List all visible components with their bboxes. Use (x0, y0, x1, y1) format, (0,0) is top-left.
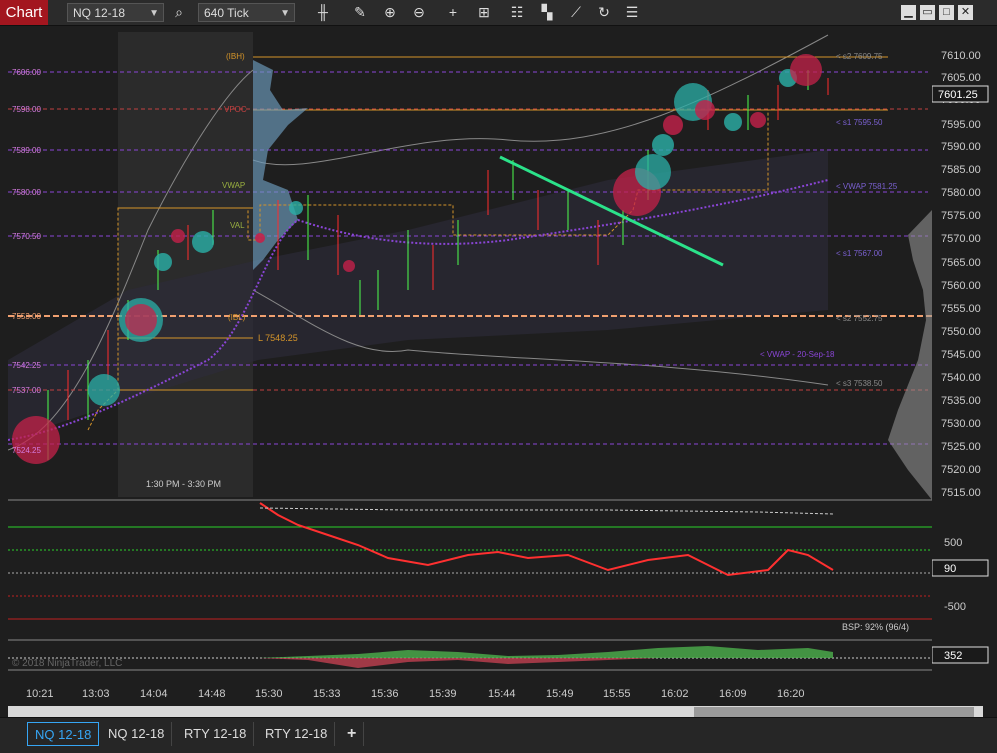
close-icon[interactable]: ✕ (958, 5, 973, 20)
instrument-value: NQ 12-18 (73, 6, 126, 20)
vwap-left-label: VWAP (222, 181, 245, 190)
price-tick: 7590.00 (941, 141, 981, 153)
left-price-label: 7570.50 (12, 232, 41, 241)
price-tick: 7610.00 (941, 50, 981, 62)
scroll-thumb[interactable] (694, 707, 974, 717)
s1-top-label: < s1 7595.50 (836, 118, 883, 127)
val-label: VAL (230, 221, 245, 230)
left-price-label: 7553.00 (12, 312, 41, 321)
price-tick: 7550.00 (941, 326, 981, 338)
crosshair-icon[interactable]: + (443, 3, 463, 22)
time-label: 10:21 (26, 688, 54, 700)
time-label: 15:36 (371, 688, 399, 700)
drawing-tools-icon[interactable]: ⟋ (566, 3, 586, 22)
reload-icon[interactable]: ↻ (594, 3, 614, 22)
copyright-text: © 2018 NinjaTrader, LLC (12, 658, 122, 669)
price-tick: 7540.00 (941, 372, 981, 384)
s1-bottom-label: < s1 7567.00 (836, 249, 883, 258)
price-tick: 7520.00 (941, 464, 981, 476)
bsp-text: BSP: 92% (96/4) (842, 622, 909, 632)
strategy-icon[interactable]: ☷ (507, 3, 527, 22)
time-label: 15:30 (255, 688, 283, 700)
chevron-down-icon: ▼ (280, 8, 290, 19)
indicator-value: 90 (944, 563, 956, 575)
time-label: 16:20 (777, 688, 805, 700)
price-tick: 7570.00 (941, 233, 981, 245)
ibl-label: (IBL) (228, 313, 246, 322)
time-label: 15:44 (488, 688, 516, 700)
time-label: 16:09 (719, 688, 747, 700)
vwap-date-label: < VWAP - 20-Sep-18 (760, 350, 835, 359)
time-label: 15:55 (603, 688, 631, 700)
vpoc-label: VPOC (224, 105, 247, 114)
price-ticks: 7610.00 7605.00 7600.00 7595.00 7590.00 … (941, 50, 981, 499)
price-tick: 7575.00 (941, 210, 981, 222)
bar-type-icon[interactable]: ╫ (313, 3, 333, 22)
indicator-icon[interactable]: ▚ (537, 3, 557, 22)
price-tick: 7605.00 (941, 72, 981, 84)
left-price-label: 7542.25 (12, 361, 41, 370)
add-tab-button[interactable]: + (340, 722, 365, 746)
price-tick: 7560.00 (941, 280, 981, 292)
zoom-in-icon[interactable]: ⊕ (380, 3, 400, 22)
minimize-icon[interactable]: ▁ (901, 5, 916, 20)
time-label: 14:04 (140, 688, 168, 700)
chart-tab[interactable]: Chart (0, 0, 48, 25)
time-label: 15:49 (546, 688, 574, 700)
left-price-label: 7537.00 (12, 386, 41, 395)
tab-nq-12-18[interactable]: NQ 12-18 (101, 722, 173, 746)
chevron-down-icon: ▼ (149, 8, 159, 19)
search-icon[interactable]: ⌕ (169, 3, 189, 22)
time-label: 16:02 (661, 688, 689, 700)
time-label: 14:48 (198, 688, 226, 700)
s2-bottom-label: < s2 7552.75 (836, 314, 883, 323)
indicator-value-box (932, 559, 989, 577)
chart-toolbar: Chart NQ 12-18 ▼ ⌕ 640 Tick ▼ ╫ ✎ ⊕ ⊖ + … (0, 0, 997, 26)
price-tick: 7525.00 (941, 441, 981, 453)
instrument-selector[interactable]: NQ 12-18 ▼ (67, 3, 164, 22)
tab-rty-12-18[interactable]: RTY 12-18 (177, 722, 255, 746)
price-tick: 7585.00 (941, 164, 981, 176)
indicator-tick: -500 (944, 601, 966, 613)
s3-bottom-label: < s3 7538.50 (836, 379, 883, 388)
session-highlight (118, 32, 253, 497)
session-label: 1:30 PM - 3:30 PM (146, 479, 221, 489)
time-label: 15:33 (313, 688, 341, 700)
left-price-label: 7589.00 (12, 146, 41, 155)
price-tick: 7535.00 (941, 395, 981, 407)
price-axis[interactable]: 7610.00 7605.00 7600.00 7595.00 7590.00 … (932, 30, 997, 680)
left-price-label: 7606.00 (12, 68, 41, 77)
data-box-icon[interactable]: ⊞ (474, 3, 494, 22)
time-label: 13:03 (82, 688, 110, 700)
price-chart[interactable]: 7606.00 7598.00 7589.00 7580.00 7570.50 … (8, 30, 932, 680)
price-tick: 7515.00 (941, 487, 981, 499)
price-tick: 7545.00 (941, 349, 981, 361)
interval-selector[interactable]: 640 Tick ▼ (198, 3, 295, 22)
left-price-label: 7598.00 (12, 105, 41, 114)
price-tick: 7555.00 (941, 303, 981, 315)
bottom-tab-bar: NQ 12-18 NQ 12-18 RTY 12-18 RTY 12-18 + (0, 717, 997, 753)
ibh-label: (IBH) (226, 52, 245, 61)
price-tick: 7580.00 (941, 187, 981, 199)
zoom-out-icon[interactable]: ⊖ (409, 3, 429, 22)
s2-top-label: < s2 7609.75 (836, 52, 883, 61)
pencil-icon[interactable]: ✎ (350, 3, 370, 22)
volume-value: 352 (944, 650, 962, 662)
left-price-label: 7580.00 (12, 188, 41, 197)
vwap-right-label: < VWAP 7581.25 (836, 182, 898, 191)
low-line-label: L 7548.25 (258, 333, 298, 343)
price-tick: 7530.00 (941, 418, 981, 430)
properties-icon[interactable]: ☰ (622, 3, 642, 22)
current-price: 7601.25 (938, 89, 978, 101)
price-tick: 7565.00 (941, 257, 981, 269)
indicator-tick: 500 (944, 537, 962, 549)
restore-icon[interactable]: ▭ (920, 5, 935, 20)
maximize-icon[interactable]: □ (939, 5, 954, 20)
price-tick: 7595.00 (941, 119, 981, 131)
time-label: 15:39 (429, 688, 457, 700)
tab-nq-12-18-active[interactable]: NQ 12-18 (27, 722, 100, 746)
tab-rty-12-18[interactable]: RTY 12-18 (258, 722, 336, 746)
left-price-label: 7524.25 (12, 446, 41, 455)
interval-value: 640 Tick (204, 6, 249, 20)
